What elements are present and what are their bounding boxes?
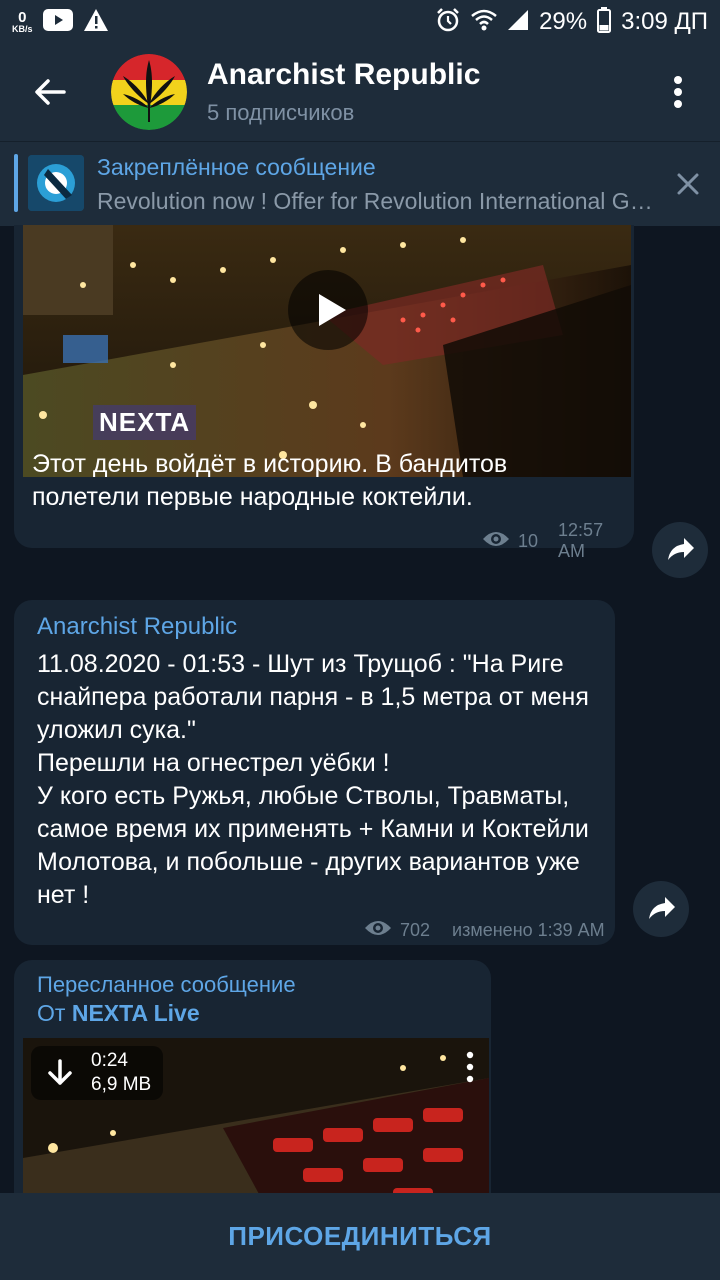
forwarded-label: Пересланное сообщение (37, 972, 296, 997)
message-bubble: Пересланное сообщение От NEXTA Live 0:24… (14, 960, 491, 1193)
warning-icon (83, 8, 109, 37)
message-author[interactable]: Anarchist Republic (37, 613, 237, 641)
join-button[interactable]: ПРИСОЕДИНИТЬСЯ (222, 1220, 497, 1253)
video-duration: 0:24 (91, 1050, 128, 1071)
status-bar: 0 KB/s 29% 3:09 ДП (0, 0, 720, 44)
video-thumbnail[interactable]: 0:24 6,9 MB (23, 1038, 489, 1193)
views-icon (364, 918, 392, 943)
close-icon[interactable] (674, 170, 702, 198)
network-speed: 0 KB/s (12, 10, 33, 34)
wifi-icon (471, 8, 497, 37)
battery-percent: 29% (539, 8, 588, 35)
more-vert-icon[interactable] (662, 72, 694, 112)
message-time: изменено 1:39 AM (452, 920, 605, 940)
pinned-thumbnail (28, 155, 84, 211)
forwarded-from[interactable]: От NEXTA Live (37, 1000, 200, 1027)
back-arrow-icon[interactable] (30, 72, 70, 112)
message-text: 11.08.2020 - 01:53 - Шут из Трущоб : "На… (37, 650, 589, 909)
pinned-message-bar[interactable]: Закреплённое сообщение Revolution now ! … (0, 141, 720, 226)
network-speed-unit: KB/s (12, 24, 33, 34)
views-icon (482, 529, 510, 554)
channel-title[interactable]: Anarchist Republic (207, 58, 480, 92)
message-list[interactable]: NEXTA Этот день войдёт в историю. В банд… (0, 225, 720, 1193)
battery-icon (597, 6, 612, 38)
video-size: 6,9 MB (91, 1074, 152, 1095)
view-count: 702 (400, 920, 431, 940)
pinned-accent-line (14, 154, 18, 212)
join-bar: ПРИСОЕДИНИТЬСЯ (0, 1193, 720, 1280)
forwarded-from-name[interactable]: NEXTA Live (72, 1000, 200, 1026)
share-button[interactable] (652, 522, 708, 578)
share-button[interactable] (633, 881, 689, 937)
subscriber-count: 5 подписчиков (207, 100, 355, 125)
clock: 3:09 ДП (621, 8, 708, 35)
download-icon[interactable] (45, 1058, 75, 1093)
video-thumbnail[interactable]: NEXTA (23, 225, 631, 477)
play-icon[interactable] (288, 270, 368, 350)
message-time: 12:57 AM (558, 520, 604, 561)
signal-icon (507, 9, 529, 36)
alarm-icon (435, 7, 461, 38)
message-bubble: NEXTA Этот день войдёт в историю. В банд… (14, 225, 634, 561)
forwarded-from-prefix: От (37, 1000, 66, 1026)
nexta-watermark: NEXTA (93, 405, 197, 440)
message-bubble: Anarchist Republic 11.08.2020 - 01:53 - … (14, 600, 615, 945)
more-vert-icon[interactable] (463, 1050, 477, 1089)
message-meta: 10 12:57 AM (482, 520, 634, 562)
youtube-icon (42, 8, 73, 36)
message-text: Этот день войдёт в историю. В бандитов п… (32, 450, 508, 511)
network-speed-value: 0 (18, 9, 27, 26)
message-meta: 702 изменено 1:39 AM (364, 918, 605, 943)
chat-header: Anarchist Republic 5 подписчиков (0, 44, 720, 141)
download-info[interactable]: 0:24 6,9 MB (31, 1046, 163, 1100)
channel-avatar[interactable] (111, 54, 187, 130)
pinned-text: Revolution now ! Offer for Revolution In… (97, 188, 657, 214)
pinned-title: Закреплённое сообщение (97, 154, 376, 180)
view-count: 10 (518, 530, 539, 551)
